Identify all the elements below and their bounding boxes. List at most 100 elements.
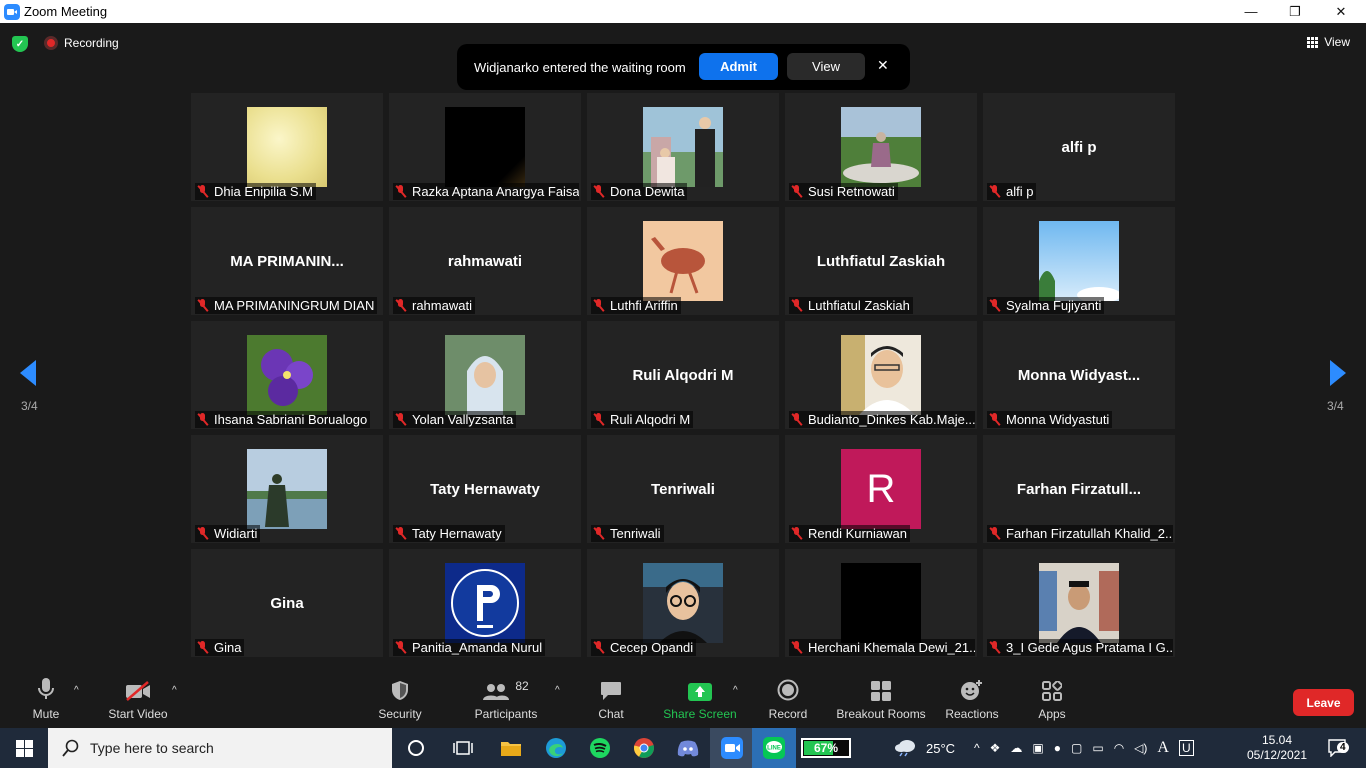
- muted-mic-icon: [395, 413, 407, 426]
- chrome-browser-icon[interactable]: [622, 728, 666, 768]
- muted-mic-icon: [395, 641, 407, 654]
- line-app-icon[interactable]: LINE: [752, 728, 796, 768]
- notification-count: 4: [1337, 742, 1349, 753]
- muted-mic-icon: [989, 641, 1001, 654]
- meet-now-icon[interactable]: ▣: [1032, 741, 1043, 755]
- participant-tile[interactable]: Susi Retnowati: [785, 93, 977, 201]
- discord-icon[interactable]: [666, 728, 710, 768]
- recording-indicator[interactable]: Recording: [44, 36, 119, 50]
- participant-tile[interactable]: Syalma Fujiyanti: [983, 207, 1175, 315]
- participant-tile[interactable]: Luthfi Ariffin: [587, 207, 779, 315]
- notification-center-button[interactable]: 4: [1322, 728, 1352, 768]
- tray-microphone-icon[interactable]: ●: [1054, 741, 1061, 755]
- dropbox-icon[interactable]: ❖: [990, 741, 1001, 755]
- edge-browser-icon[interactable]: [534, 728, 578, 768]
- mute-button[interactable]: Mute: [26, 673, 66, 728]
- breakout-rooms-button[interactable]: Breakout Rooms: [834, 673, 928, 728]
- participant-tile[interactable]: alfi p alfi p: [983, 93, 1175, 201]
- restore-button[interactable]: ❐: [1272, 0, 1318, 23]
- admit-button[interactable]: Admit: [699, 53, 778, 80]
- leave-button[interactable]: Leave: [1293, 689, 1354, 716]
- share-options-chevron-icon[interactable]: ^: [733, 685, 738, 696]
- taskbar-search-box[interactable]: Type here to search: [48, 728, 392, 768]
- participant-name-label: Tenriwali: [591, 525, 664, 542]
- start-video-button[interactable]: Start Video: [104, 673, 172, 728]
- participant-tile[interactable]: Panitia_Amanda Nurul: [389, 549, 581, 657]
- onedrive-cloud-icon[interactable]: ☁: [1010, 741, 1022, 755]
- participant-name-label: Luthfi Ariffin: [591, 297, 681, 314]
- record-button[interactable]: Record: [766, 673, 810, 728]
- participant-avatar: [445, 335, 525, 415]
- next-page-arrow-icon[interactable]: [1330, 360, 1346, 386]
- muted-mic-icon: [197, 641, 209, 654]
- reactions-button[interactable]: Reactions: [944, 673, 1000, 728]
- clock-date: 05/12/2021: [1246, 748, 1308, 762]
- view-button[interactable]: View: [1307, 35, 1350, 49]
- participant-name: MA PRIMANINGRUM DIAN: [214, 298, 375, 313]
- participant-name: Ihsana Sabriani Borualogo: [214, 412, 368, 427]
- participant-avatar: [841, 563, 921, 643]
- clock[interactable]: 15.04 05/12/2021: [1244, 728, 1310, 768]
- participant-tile[interactable]: Dhia Enipilia S.M: [191, 93, 383, 201]
- zoom-taskbar-icon[interactable]: [710, 728, 754, 768]
- wifi-icon[interactable]: ◠: [1114, 741, 1124, 755]
- battery-meter[interactable]: 67%: [796, 728, 856, 768]
- participant-name-label: Ihsana Sabriani Borualogo: [195, 411, 371, 428]
- close-window-button[interactable]: ✕: [1318, 0, 1364, 23]
- close-notification-icon[interactable]: ✕: [877, 57, 889, 74]
- participant-tile[interactable]: Razka Aptana Anargya Faisal: [389, 93, 581, 201]
- volume-icon[interactable]: ◁): [1134, 741, 1147, 755]
- meeting-controls: Mute ^ Start Video ^ Security 82 Partici…: [0, 673, 1366, 728]
- waiting-room-notification: Widjanarko entered the waiting room Admi…: [457, 44, 910, 90]
- participants-button[interactable]: 82 Participants: [470, 673, 542, 728]
- participant-tile[interactable]: Yolan Vallyzsanta: [389, 321, 581, 429]
- tray-battery-icon[interactable]: ▭: [1092, 741, 1103, 755]
- file-explorer-icon[interactable]: [489, 728, 533, 768]
- video-options-chevron-icon[interactable]: ^: [172, 685, 177, 696]
- participant-tile[interactable]: Cecep Opandi: [587, 549, 779, 657]
- show-hidden-icons-chevron-icon[interactable]: ^: [974, 741, 980, 755]
- chat-button[interactable]: Chat: [591, 673, 631, 728]
- input-language-icon[interactable]: A: [1157, 739, 1169, 757]
- start-button[interactable]: [0, 728, 48, 768]
- participant-tile[interactable]: Budianto_Dinkes Kab.Maje...: [785, 321, 977, 429]
- participant-tile[interactable]: Gina Gina: [191, 549, 383, 657]
- participants-options-chevron-icon[interactable]: ^: [555, 685, 560, 696]
- waiting-view-button[interactable]: View: [787, 53, 865, 80]
- muted-mic-icon: [395, 527, 407, 540]
- participant-tile[interactable]: Taty Hernawaty Taty Hernawaty: [389, 435, 581, 543]
- participant-name: Budianto_Dinkes Kab.Maje...: [808, 412, 975, 427]
- security-button[interactable]: Security: [372, 673, 428, 728]
- participant-tile[interactable]: Tenriwali Tenriwali: [587, 435, 779, 543]
- device-icon[interactable]: ▢: [1071, 741, 1082, 755]
- weather-widget[interactable]: 25°C: [894, 728, 955, 768]
- participant-tile[interactable]: Dona Dewita: [587, 93, 779, 201]
- previous-page-arrow-icon[interactable]: [20, 360, 36, 386]
- search-icon: [62, 739, 79, 757]
- participant-tile[interactable]: MA PRIMANIN... MA PRIMANINGRUM DIAN: [191, 207, 383, 315]
- share-screen-label: Share Screen: [663, 707, 737, 721]
- audio-options-chevron-icon[interactable]: ^: [74, 685, 79, 696]
- participant-tile[interactable]: rahmawati rahmawati: [389, 207, 581, 315]
- cortana-icon[interactable]: [394, 728, 438, 768]
- chat-label: Chat: [598, 707, 624, 721]
- participant-tile[interactable]: Monna Widyast... Monna Widyastuti: [983, 321, 1175, 429]
- spotify-icon[interactable]: [578, 728, 622, 768]
- recording-dot-icon: [44, 36, 58, 50]
- share-screen-icon: [688, 679, 712, 701]
- participant-tile[interactable]: Farhan Firzatull... Farhan Firzatullah Kh…: [983, 435, 1175, 543]
- task-view-icon[interactable]: [441, 728, 485, 768]
- encryption-shield-icon[interactable]: ✓: [12, 36, 28, 52]
- participant-tile[interactable]: 3_I Gede Agus Pratama I G...: [983, 549, 1175, 657]
- participant-tile[interactable]: R Rendi Kurniawan: [785, 435, 977, 543]
- apps-button[interactable]: Apps: [1032, 673, 1072, 728]
- participant-tile[interactable]: Ruli Alqodri M Ruli Alqodri M: [587, 321, 779, 429]
- participant-tile[interactable]: Luthfiatul Zaskiah Luthfiatul Zaskiah: [785, 207, 977, 315]
- share-screen-button[interactable]: Share Screen: [660, 673, 740, 728]
- participant-tile[interactable]: Widiarti: [191, 435, 383, 543]
- participant-tile[interactable]: Herchani Khemala Dewi_21...: [785, 549, 977, 657]
- participant-name: Tenriwali: [610, 526, 661, 541]
- ime-icon[interactable]: U: [1178, 740, 1194, 756]
- minimize-button[interactable]: —: [1228, 0, 1274, 23]
- participant-tile[interactable]: Ihsana Sabriani Borualogo: [191, 321, 383, 429]
